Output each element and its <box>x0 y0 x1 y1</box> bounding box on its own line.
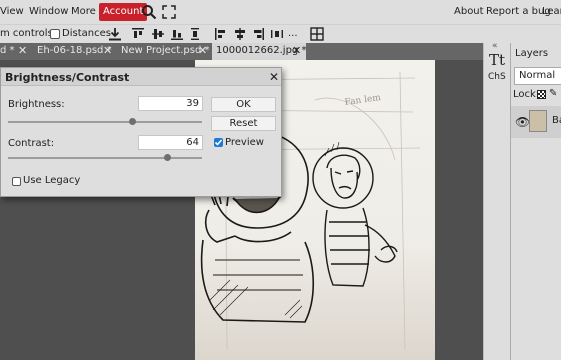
menu-bar: View Window More Account About Report a … <box>0 0 561 24</box>
layer-thumbnail <box>529 110 547 132</box>
distances-checkbox[interactable] <box>50 29 60 39</box>
grid-icon[interactable] <box>310 27 324 41</box>
tab-psd-1[interactable]: d * ✕ <box>0 43 30 60</box>
download-icon[interactable] <box>108 27 122 41</box>
align-right-icon[interactable] <box>251 27 265 41</box>
lock-paint-icon[interactable]: ✎ <box>549 88 557 99</box>
align-left-icon[interactable] <box>214 27 228 41</box>
layer-name: Ba <box>552 115 561 126</box>
fullscreen-icon[interactable] <box>161 4 177 20</box>
dialog-title: Brightness/Contrast <box>5 71 130 84</box>
menu-view[interactable]: View <box>0 6 24 17</box>
tab-label: Eh-06-18.psd * <box>37 45 112 56</box>
reset-button[interactable]: Reset <box>211 116 276 131</box>
layer-row[interactable]: 👁 Ba <box>511 106 561 138</box>
tab-label: New Project.psd * <box>121 45 210 56</box>
contrast-slider[interactable] <box>8 157 202 159</box>
menu-learn[interactable]: Learn <box>542 6 561 17</box>
tab-new-project[interactable]: New Project.psd * ✕ <box>121 43 210 60</box>
distances-label: Distances <box>62 28 111 39</box>
contrast-slider-thumb[interactable] <box>164 154 172 161</box>
lock-transparency-icon[interactable] <box>537 90 546 99</box>
close-icon[interactable]: ✕ <box>292 44 301 57</box>
align-top-icon[interactable] <box>131 27 145 41</box>
align-middle-icon[interactable] <box>151 27 165 41</box>
contrast-input[interactable]: 64 <box>138 135 203 150</box>
text-tool-label[interactable]: Tt <box>489 51 505 69</box>
layers-panel: Layers Normal Lock: ✎ 👁 Ba <box>510 43 561 360</box>
close-icon[interactable]: ✕ <box>18 44 27 57</box>
eye-icon[interactable]: 👁 <box>515 115 530 129</box>
collapse-panel-icon[interactable]: « <box>492 41 498 51</box>
menu-about[interactable]: About <box>454 6 484 17</box>
search-icon[interactable] <box>141 4 157 20</box>
close-icon[interactable]: ✕ <box>198 44 207 57</box>
brightness-slider-thumb[interactable] <box>129 118 137 125</box>
lock-label: Lock: <box>513 89 540 100</box>
options-bar: m controls Distances ... <box>0 24 561 43</box>
use-legacy-label: Use Legacy <box>23 175 81 186</box>
distribute-icon[interactable] <box>188 27 202 41</box>
dialog-titlebar[interactable]: Brightness/Contrast ✕ <box>1 68 281 86</box>
svg-text:Fan lem: Fan lem <box>344 93 382 108</box>
more-options[interactable]: ... <box>288 28 298 39</box>
menu-report-bug[interactable]: Report a bug <box>486 6 551 17</box>
menu-more[interactable]: More <box>71 6 96 17</box>
transform-controls-label: m controls <box>0 28 53 39</box>
align-bottom-icon[interactable] <box>170 27 184 41</box>
ok-button[interactable]: OK <box>211 97 276 112</box>
menu-window[interactable]: Window <box>29 6 68 17</box>
brightness-label: Brightness: <box>8 99 65 110</box>
tab-eh-06-18[interactable]: Eh-06-18.psd * ✕ <box>37 43 115 60</box>
document-tabs: d * ✕ Eh-06-18.psd * ✕ New Project.psd *… <box>0 43 483 60</box>
align-center-icon[interactable] <box>233 27 247 41</box>
tab-active-image[interactable]: 1000012662.jpg * ✕ <box>212 43 306 60</box>
character-styles-label[interactable]: ChS <box>488 72 506 82</box>
blend-mode-select[interactable]: Normal <box>514 67 561 85</box>
tab-label: d * <box>0 45 15 56</box>
close-icon[interactable]: ✕ <box>103 44 112 57</box>
brightness-contrast-dialog: Brightness/Contrast ✕ Brightness: 39 Con… <box>0 67 282 197</box>
distribute-horizontal-icon[interactable] <box>270 27 284 41</box>
close-icon[interactable]: ✕ <box>269 70 279 84</box>
use-legacy-checkbox[interactable] <box>12 177 21 186</box>
side-tool-column: « Tt ChS <box>483 41 510 360</box>
brightness-slider[interactable] <box>8 121 202 123</box>
layers-title[interactable]: Layers <box>515 48 548 59</box>
contrast-label: Contrast: <box>8 138 55 149</box>
brightness-input[interactable]: 39 <box>138 96 203 111</box>
preview-checkbox[interactable] <box>214 138 223 147</box>
preview-label: Preview <box>225 137 264 148</box>
